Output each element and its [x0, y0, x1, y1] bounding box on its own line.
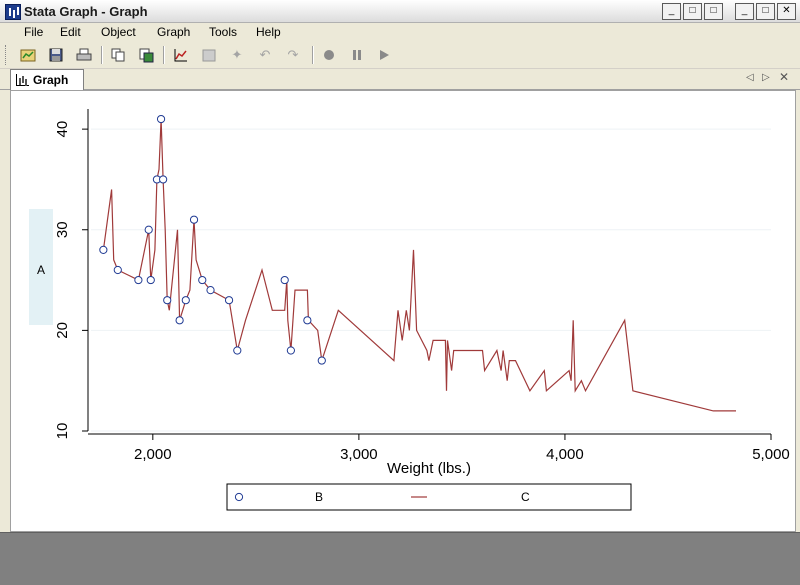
scatter-point	[303, 316, 312, 325]
legend-marker-b	[234, 492, 244, 502]
y-tick-label: 10	[54, 423, 71, 440]
save-icon[interactable]	[47, 46, 65, 64]
print-icon[interactable]	[75, 46, 93, 64]
scatter-point	[175, 316, 184, 325]
scatter-point	[286, 346, 295, 355]
child-maximize-button[interactable]: □	[704, 3, 723, 20]
y-axis-title: A	[37, 263, 45, 277]
maximize-button[interactable]: □	[756, 3, 775, 20]
recorder-icon[interactable]	[200, 46, 218, 64]
scatter-point	[280, 275, 289, 285]
chart: 10 20 30 40 2,000 3,000 4,000 5,000 Weight (lbs.…	[29, 109, 790, 511]
toolbar-grip[interactable]	[5, 45, 9, 65]
menu-edit[interactable]: Edit	[60, 25, 81, 39]
x-tick-label: 5,000	[752, 446, 790, 463]
record-icon[interactable]	[320, 46, 338, 64]
export-icon[interactable]	[137, 46, 155, 64]
tab-graph[interactable]: Graph	[10, 69, 84, 90]
tab-graph-label: Graph	[33, 73, 69, 87]
x-tick-label: 4,000	[546, 446, 584, 463]
pause-icon[interactable]	[348, 46, 366, 64]
scatter-point	[224, 296, 234, 305]
scatter-point	[198, 275, 207, 285]
open-graph-icon[interactable]	[19, 46, 37, 64]
scatter-point	[134, 275, 143, 285]
graph-tab-icon	[16, 74, 29, 86]
legend-box	[226, 483, 632, 511]
menu-help[interactable]: Help	[256, 25, 281, 39]
scatter-point	[144, 225, 153, 234]
scatter-point	[163, 296, 172, 305]
menu-file[interactable]: File	[24, 25, 43, 39]
tab-prev-icon[interactable]: ◁	[746, 72, 754, 83]
scatter-point	[181, 296, 190, 305]
menu-object[interactable]: Object	[101, 25, 136, 39]
scatter-point	[159, 175, 168, 184]
graph-editor-icon[interactable]	[172, 46, 190, 64]
tab-close-icon[interactable]: ✕	[779, 70, 789, 84]
legend-label-b: B	[315, 490, 323, 504]
scatter-point	[317, 356, 326, 365]
window-title: Stata Graph - Graph	[24, 4, 148, 19]
menu-tools[interactable]: Tools	[209, 25, 237, 39]
y-tick-label: 30	[54, 221, 71, 238]
rotate-icon[interactable]: ↶	[256, 46, 274, 64]
undo-icon[interactable]: ↷	[284, 46, 302, 64]
minimize-button[interactable]: _	[735, 3, 754, 20]
y-tick-label: 40	[54, 121, 71, 138]
stata-graph-icon	[5, 4, 21, 20]
window-controls: _ □ □ _ □ ✕	[662, 3, 796, 20]
x-axis-title: Weight (lbs.)	[387, 460, 471, 477]
x-tick-label: 2,000	[134, 446, 172, 463]
menu-bar: File Edit Object Graph Tools Help	[0, 23, 800, 42]
close-button[interactable]: ✕	[777, 3, 796, 20]
scatter-point	[233, 346, 242, 355]
tab-next-icon[interactable]: ▷	[762, 72, 770, 83]
scatter-point	[156, 114, 166, 124]
title-bar: Stata Graph - Graph _ □ □ _ □ ✕	[0, 0, 800, 23]
child-minimize-button[interactable]: _	[662, 3, 681, 20]
tab-bar: Graph ◁ ▷ ✕	[0, 69, 800, 90]
pointer-icon[interactable]: ✦	[228, 46, 246, 64]
x-tick-label: 3,000	[340, 446, 378, 463]
toolbar: ✦ ↶ ↷	[0, 42, 800, 69]
scatter-point	[113, 265, 122, 275]
scatter-point	[189, 215, 199, 224]
graph-canvas: 10 20 30 40 2,000 3,000 4,000 5,000 Weight (lbs.…	[10, 90, 796, 532]
plot-region	[91, 109, 771, 431]
play-icon[interactable]	[375, 46, 393, 64]
y-tick-label: 20	[54, 322, 71, 339]
copy-icon[interactable]	[109, 46, 127, 64]
status-area	[0, 532, 800, 585]
scatter-point	[206, 286, 215, 295]
menu-graph[interactable]: Graph	[157, 25, 190, 39]
scatter-point	[99, 245, 108, 254]
child-restore-button[interactable]: □	[683, 3, 702, 20]
legend-label-c: C	[521, 490, 530, 504]
scatter-point	[146, 275, 155, 285]
